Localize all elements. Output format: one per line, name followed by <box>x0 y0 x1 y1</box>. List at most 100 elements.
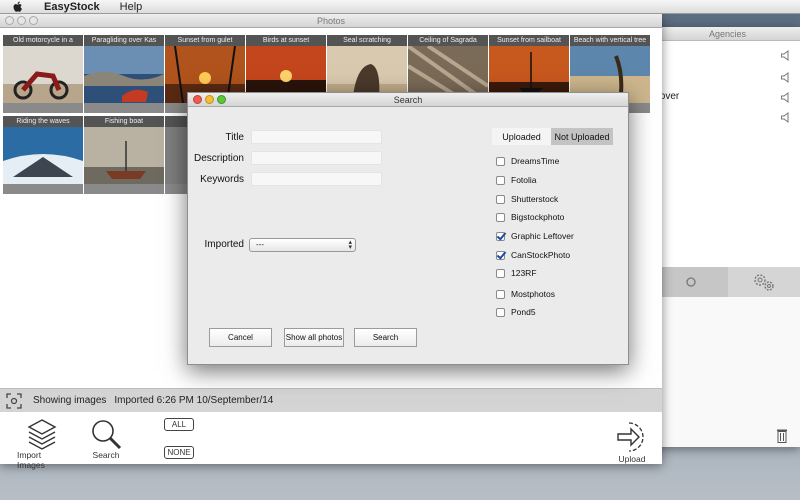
checkbox[interactable] <box>496 307 505 317</box>
speaker-icon[interactable] <box>780 92 790 103</box>
upload-status-segmented-control: Uploaded Not Uploaded <box>492 128 613 145</box>
cancel-button[interactable]: Cancel <box>209 328 272 347</box>
zoom-dialog-button[interactable] <box>217 95 226 104</box>
select-all-button[interactable]: ALL <box>164 418 194 431</box>
search-dialog: Search Title Description Keywords Import… <box>187 92 629 365</box>
gears-icon <box>754 274 774 291</box>
checkbox[interactable] <box>496 212 505 222</box>
search-dialog-title: Search <box>393 95 423 105</box>
segment-not-uploaded[interactable]: Not Uploaded <box>551 128 613 145</box>
agency-checkbox-shutterstock[interactable]: Shutterstock <box>496 193 558 205</box>
search-icon <box>92 420 122 450</box>
menu-bar: EasyStock Help <box>0 0 800 14</box>
status-label: Showing images <box>33 395 107 406</box>
search-dialog-titlebar: Search <box>188 93 628 107</box>
updown-arrows-icon: ▴ ▾ <box>348 239 352 251</box>
photo-thumbnail[interactable]: Old motorcycle in a <box>3 35 83 113</box>
photo-image <box>3 46 83 103</box>
agency-checkbox-mostphotos[interactable]: Mostphotos <box>496 288 555 300</box>
agency-checkbox-label: Fotolia <box>511 175 537 185</box>
photo-caption: Sunset from gulet <box>165 35 245 46</box>
search-button[interactable]: Search <box>86 418 126 460</box>
photo-caption: Paragliding over Kas <box>84 35 164 46</box>
agency-checkbox-bigstockphoto[interactable]: Bigstockphoto <box>496 211 564 223</box>
description-input[interactable] <box>251 151 382 165</box>
photo-caption: Riding the waves <box>3 116 83 127</box>
photo-thumbnail[interactable]: Fishing boat <box>84 116 164 194</box>
photo-thumbnail[interactable]: Riding the waves <box>3 116 83 194</box>
app-menu[interactable]: EasyStock <box>44 1 100 13</box>
agency-checkbox-label: Mostphotos <box>511 289 555 299</box>
upload-icon <box>617 422 644 452</box>
select-none-button[interactable]: NONE <box>164 446 194 459</box>
title-input[interactable] <box>251 130 382 144</box>
agency-checkbox-label: Shutterstock <box>511 194 559 204</box>
photos-title: Photos <box>316 16 346 26</box>
photo-image <box>84 127 164 184</box>
checkbox[interactable] <box>496 289 505 299</box>
minimize-dialog-button[interactable] <box>205 95 214 104</box>
apple-icon[interactable] <box>10 0 26 14</box>
photo-caption: Seal scratching <box>327 35 407 46</box>
imported-selected-value: --- <box>256 240 264 249</box>
agency-checkbox-label: Pond5 <box>511 307 536 317</box>
agency-checkbox-123rf[interactable]: 123RF <box>496 267 537 279</box>
photos-titlebar: Photos <box>0 14 662 28</box>
show-all-photos-button[interactable]: Show all photos <box>284 328 344 347</box>
speaker-icon[interactable] <box>780 72 790 83</box>
close-window-button[interactable] <box>5 16 14 25</box>
segment-uploaded[interactable]: Uploaded <box>492 128 551 145</box>
agency-row[interactable] <box>655 108 800 128</box>
agencies-title: Agencies <box>708 29 747 39</box>
checkbox-checked[interactable] <box>496 250 505 260</box>
agency-checkbox-label: 123RF <box>511 268 537 278</box>
imported-label: Imported <box>204 239 244 250</box>
agency-checkbox-pond5[interactable]: Pond5 <box>496 306 536 318</box>
keywords-input[interactable] <box>251 172 382 186</box>
zoom-window-button[interactable] <box>29 16 38 25</box>
agency-row[interactable] <box>655 68 800 88</box>
photo-caption: Ceiling of Sagrada <box>408 35 488 46</box>
agency-row[interactable]: e <box>655 46 800 66</box>
checkbox-checked[interactable] <box>496 231 505 241</box>
photo-caption: Birds at sunset <box>246 35 326 46</box>
agencies-window: Agencies e tover <box>655 27 800 447</box>
photo-caption: Old motorcycle in a <box>3 35 83 46</box>
import-images-button[interactable]: Import Images <box>17 418 67 470</box>
agency-checkbox-canstockphoto[interactable]: CanStockPhoto <box>496 249 570 261</box>
checkbox[interactable] <box>496 194 505 204</box>
checkbox[interactable] <box>496 156 505 166</box>
trash-icon[interactable] <box>776 428 788 443</box>
status-value: Imported 6:26 PM 10/September/14 <box>114 395 274 406</box>
status-bar: Showing images Imported 6:26 PM 10/Septe… <box>0 388 662 412</box>
photo-thumbnail[interactable]: Paragliding over Kas <box>84 35 164 113</box>
agency-checkbox-fotolia[interactable]: Fotolia <box>496 174 537 186</box>
scan-icon[interactable] <box>6 393 22 409</box>
agency-config-tab[interactable] <box>727 267 800 297</box>
upload-label: Upload <box>618 454 646 464</box>
gear-icon <box>686 277 696 287</box>
close-dialog-button[interactable] <box>193 95 202 104</box>
photo-image <box>3 127 83 184</box>
import-images-label: Import Images <box>17 450 45 470</box>
agency-checkbox-label: Bigstockphoto <box>511 212 565 222</box>
search-submit-button[interactable]: Search <box>354 328 417 347</box>
imported-select[interactable]: --- ▴ ▾ <box>249 238 356 252</box>
agency-checkbox-label: DreamsTime <box>511 156 560 166</box>
speaker-icon[interactable] <box>780 50 790 61</box>
minimize-window-button[interactable] <box>17 16 26 25</box>
speaker-icon[interactable] <box>780 112 790 123</box>
checkbox[interactable] <box>496 175 505 185</box>
agency-settings-tab[interactable] <box>655 267 728 297</box>
photo-caption: Beach with vertical tree <box>570 35 650 46</box>
agency-checkbox-dreamstime[interactable]: DreamsTime <box>496 155 559 167</box>
agency-row[interactable]: tover <box>655 88 800 108</box>
help-menu[interactable]: Help <box>120 1 143 13</box>
agency-checkbox-graphic-leftover[interactable]: Graphic Leftover <box>496 230 574 242</box>
photo-caption: Fishing boat <box>84 116 164 127</box>
agencies-toolbar <box>655 267 800 297</box>
upload-button[interactable]: Upload <box>612 420 652 464</box>
photos-toolbar: Import Images Search ALL NONE Upload <box>0 412 662 470</box>
checkbox[interactable] <box>496 268 505 278</box>
keywords-label: Keywords <box>200 174 244 185</box>
